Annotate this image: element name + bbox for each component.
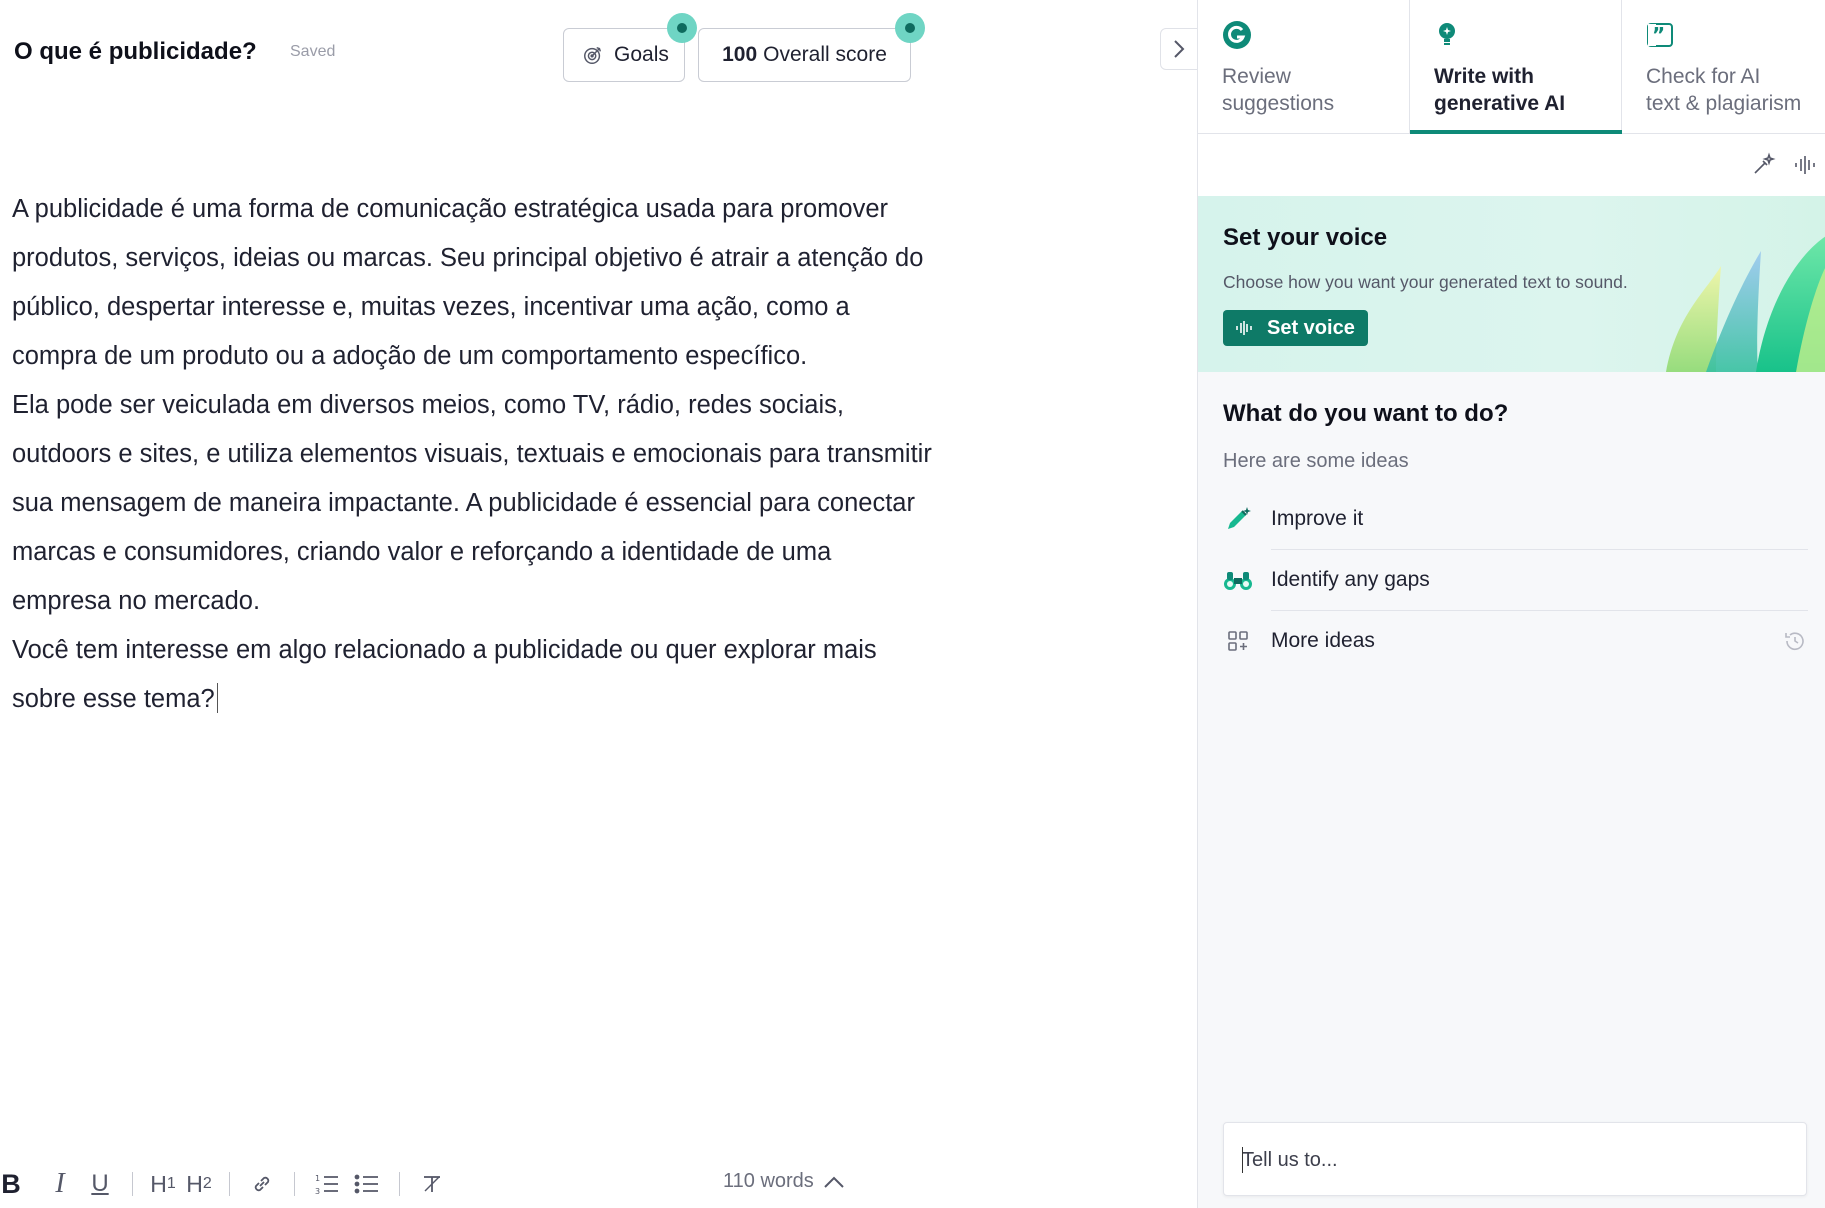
goals-indicator-dot: [667, 13, 697, 43]
panel-tabs: Review suggestions Write with generative…: [1198, 0, 1825, 135]
svg-text:3: 3: [315, 1187, 320, 1196]
tab-check-ai-plagiarism[interactable]: ” Check for AI text & plagiarism: [1622, 0, 1825, 134]
word-count-toggle[interactable]: 110 words: [723, 1170, 846, 1193]
text-cursor: [1242, 1147, 1243, 1173]
text-cursor: [216, 683, 218, 713]
set-voice-button[interactable]: Set voice: [1223, 310, 1368, 346]
ideas-title: What do you want to do?: [1223, 400, 1509, 427]
bold-button[interactable]: B: [0, 1164, 22, 1204]
heading1-letter: H: [150, 1170, 167, 1197]
voice-wave-icon: [1236, 321, 1252, 335]
chevron-right-icon: [1174, 40, 1185, 58]
document-body[interactable]: A publicidade é uma forma de comunicação…: [12, 185, 932, 724]
quote-icon: ”: [1647, 23, 1673, 47]
history-icon[interactable]: [1782, 628, 1808, 654]
lightbulb-icon: [1439, 23, 1455, 45]
idea-label: Improve it: [1271, 506, 1364, 530]
heading2-button[interactable]: H2: [181, 1164, 217, 1204]
document-title[interactable]: O que é publicidade?: [14, 38, 257, 66]
decorative-leaf-art: [1666, 236, 1825, 372]
assistant-panel: Review suggestions Write with generative…: [1197, 0, 1825, 1208]
bullet-list-icon: [354, 1174, 378, 1194]
target-icon: [584, 46, 602, 64]
heading1-button[interactable]: H1: [145, 1164, 181, 1204]
save-status: Saved: [290, 43, 336, 60]
tab-write-generative-ai[interactable]: Write with generative AI: [1410, 0, 1622, 135]
numbered-list-button[interactable]: 13: [307, 1164, 347, 1204]
idea-improve-it[interactable]: Improve it: [1223, 488, 1808, 549]
collapse-panel-button[interactable]: [1160, 28, 1198, 70]
idea-identify-gaps[interactable]: Identify any gaps: [1223, 549, 1808, 610]
word-count: 110 words: [723, 1170, 814, 1192]
score-indicator-dot: [895, 13, 925, 43]
tab-review-suggestions[interactable]: Review suggestions: [1198, 0, 1410, 134]
tab-label: Check for AI text & plagiarism: [1646, 65, 1802, 115]
bullet-list-button[interactable]: [347, 1164, 387, 1204]
score-value: 100: [722, 43, 758, 66]
set-voice-card: Set your voice Choose how you want your …: [1198, 196, 1825, 372]
score-label: Overall score: [763, 43, 887, 66]
clear-format-icon: [424, 1176, 440, 1192]
format-toolbar: B I U H1 H2 13: [0, 1162, 452, 1206]
binoculars-icon: [1223, 565, 1253, 595]
chevron-up-icon: [824, 1176, 844, 1188]
tab-label: Write with generative AI: [1434, 65, 1566, 115]
paragraph: Ela pode ser veiculada em diversos meios…: [12, 391, 932, 615]
svg-text:1: 1: [315, 1174, 320, 1183]
prompt-box[interactable]: [1223, 1122, 1807, 1196]
paragraph-text: Você tem interesse em algo relacionado a…: [12, 636, 877, 713]
idea-more-ideas[interactable]: More ideas: [1223, 610, 1808, 671]
toolbar-divider: [399, 1172, 400, 1196]
heading2-level: 2: [202, 1175, 212, 1192]
editor-area: O que é publicidade? Saved Goals 100 Ove…: [0, 0, 1198, 1208]
tab-label: Review suggestions: [1222, 65, 1335, 115]
toolbar-divider: [132, 1172, 133, 1196]
grammarly-g-icon: [1223, 21, 1251, 49]
set-voice-label: Set voice: [1267, 316, 1355, 339]
paragraph: A publicidade é uma forma de comunicação…: [12, 195, 924, 370]
voice-card-title: Set your voice: [1223, 224, 1388, 251]
svg-text:”: ”: [1652, 23, 1665, 47]
italic-button[interactable]: I: [40, 1164, 80, 1204]
pencil-sparkle-icon: [1223, 504, 1253, 534]
idea-label: More ideas: [1271, 628, 1375, 652]
underline-button[interactable]: U: [80, 1164, 120, 1204]
paragraph-last: Você tem interesse em algo relacionado a…: [12, 626, 932, 724]
overall-score-button[interactable]: 100 Overall score: [698, 28, 911, 82]
toolbar-divider: [229, 1172, 230, 1196]
voice-wave-icon[interactable]: [1792, 152, 1818, 178]
sparkle-wand-icon[interactable]: [1750, 152, 1776, 178]
clear-format-button[interactable]: [412, 1164, 452, 1204]
heading1-level: 1: [166, 1175, 176, 1192]
grid-plus-icon: [1223, 626, 1253, 656]
idea-label: Identify any gaps: [1271, 567, 1430, 591]
ideas-subtitle: Here are some ideas: [1223, 450, 1409, 472]
goals-button[interactable]: Goals: [563, 28, 685, 82]
link-icon: [254, 1176, 270, 1192]
voice-card-subtitle: Choose how you want your generated text …: [1223, 272, 1628, 292]
heading2-letter: H: [186, 1170, 203, 1197]
link-button[interactable]: [242, 1164, 282, 1204]
toolbar-divider: [294, 1172, 295, 1196]
goals-label: Goals: [614, 43, 669, 66]
numbered-list-icon: 13: [315, 1174, 338, 1196]
panel-tools: [1198, 134, 1825, 196]
prompt-input[interactable]: [1242, 1143, 1782, 1177]
